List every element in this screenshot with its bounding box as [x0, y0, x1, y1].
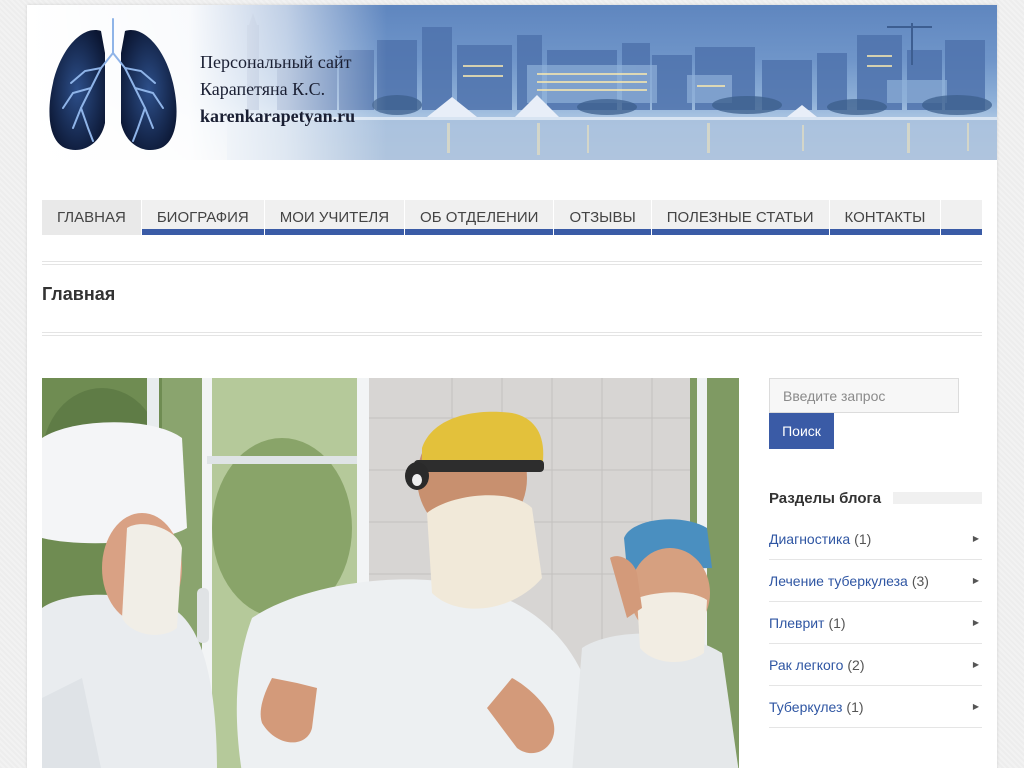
- nav-item-home[interactable]: Главная: [42, 200, 142, 235]
- category-link[interactable]: Рак легкого: [769, 657, 843, 673]
- nav-item-contacts[interactable]: Контакты: [830, 200, 942, 235]
- header-banner: Персональный сайт Карапетяна К.С. karenk…: [27, 5, 997, 160]
- surgeons-photo: [42, 378, 739, 768]
- title-decoration-bar: [893, 492, 982, 504]
- search-button[interactable]: Поиск: [769, 413, 834, 449]
- category-count: (1): [846, 698, 864, 715]
- site-domain: karenkarapetyan.ru: [200, 106, 356, 126]
- blog-categories-title: Разделы блога: [769, 489, 894, 507]
- triangle-right-icon: ▶: [972, 702, 979, 711]
- nav-item-biography[interactable]: Биография: [142, 200, 265, 235]
- category-link[interactable]: Туберкулез: [769, 699, 842, 715]
- category-count: (1): [854, 530, 872, 547]
- triangle-right-icon: ▶: [972, 534, 979, 543]
- search-input[interactable]: [769, 378, 959, 413]
- title-divider-bottom: [42, 332, 982, 336]
- triangle-right-icon: ▶: [972, 576, 979, 585]
- triangle-right-icon: ▶: [972, 660, 979, 669]
- category-item-tb-treatment: Лечение туберкулеза (3) ▶: [769, 560, 982, 602]
- site-title: Персональный сайт Карапетяна К.С. karenk…: [200, 49, 355, 130]
- blog-categories-header: Разделы блога: [769, 488, 982, 508]
- category-link[interactable]: Плеврит: [769, 615, 824, 631]
- lungs-icon: [49, 18, 177, 151]
- triangle-right-icon: ▶: [972, 618, 979, 627]
- category-item-diagnostics: Диагностика (1) ▶: [769, 518, 982, 560]
- category-item-tuberculosis: Туберкулез (1) ▶: [769, 686, 982, 728]
- page-title: Главная: [42, 284, 116, 304]
- category-item-pleurisy: Плеврит (1) ▶: [769, 602, 982, 644]
- blog-categories-list: Диагностика (1) ▶ Лечение туберкулеза (3) …: [769, 518, 982, 728]
- category-link[interactable]: Лечение туберкулеза: [769, 573, 908, 589]
- nav-item-articles[interactable]: Полезные статьи: [652, 200, 830, 235]
- title-divider-top: [42, 261, 982, 265]
- nav-item-reviews[interactable]: Отзывы: [554, 200, 652, 235]
- nav-item-department[interactable]: Об отделении: [405, 200, 555, 235]
- category-count: (1): [828, 614, 846, 631]
- nav-item-teachers[interactable]: Мои учителя: [265, 200, 406, 235]
- category-link[interactable]: Диагностика: [769, 531, 850, 547]
- category-count: (2): [847, 656, 865, 673]
- page-container: Персональный сайт Карапетяна К.С. karenk…: [27, 5, 997, 768]
- category-count: (3): [911, 572, 929, 589]
- main-navigation: Главная Биография Мои учителя Об отделен…: [42, 200, 982, 235]
- site-title-line1: Персональный сайт: [200, 52, 352, 72]
- category-item-lung-cancer: Рак легкого (2) ▶: [769, 644, 982, 686]
- site-title-line2: Карапетяна К.С.: [200, 79, 326, 99]
